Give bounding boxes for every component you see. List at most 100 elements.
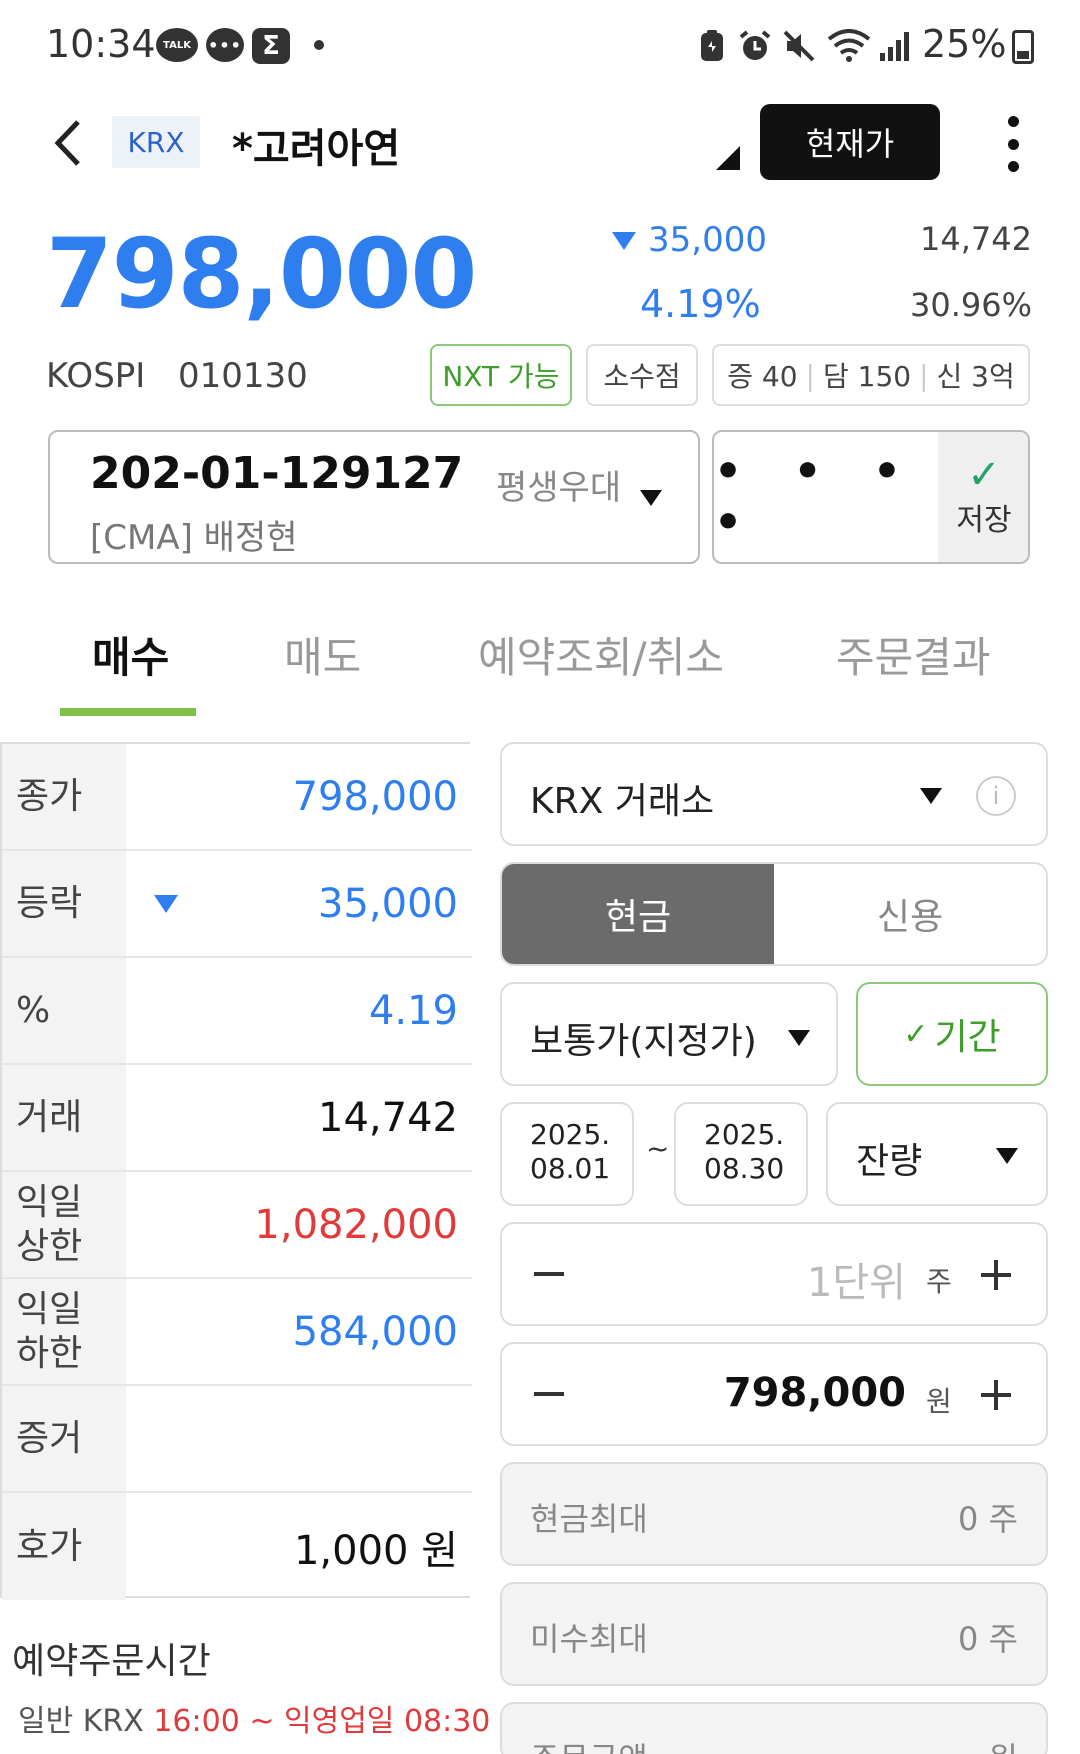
- order-type-label: 보통가(지정가): [530, 1021, 757, 1062]
- order-amount-label: 주문금액: [530, 1734, 648, 1754]
- password-input[interactable]: • • • •: [714, 432, 938, 562]
- remaining-quantity-select[interactable]: 잔량: [826, 1102, 1048, 1206]
- tab-order-result[interactable]: 주문결과: [836, 624, 991, 685]
- info-row-lower-limit[interactable]: 익일 하한 584,000: [2, 1279, 472, 1386]
- sigma-icon: Σ: [252, 28, 290, 64]
- dropdown-triangle-icon: [788, 1030, 810, 1046]
- cash-button[interactable]: 현금: [502, 864, 774, 964]
- cash-credit-toggle: 현금 신용: [500, 862, 1048, 966]
- account-holder: [CMA] 배정현: [90, 518, 298, 558]
- quantity-plus-icon[interactable]: [981, 1273, 1011, 1277]
- info-value: 14,742: [318, 1094, 458, 1141]
- reservation-time-info: 일반 KRX 16:00 ~ 익영업일 08:30: [18, 1696, 490, 1740]
- price-info-table: 종가 798,000 등락 35,000 % 4.19 거래 14,742 익일…: [0, 742, 472, 1600]
- market-label: KOSPI: [46, 356, 146, 396]
- more-menu-icon[interactable]: [998, 116, 1028, 172]
- credit-button[interactable]: 신용: [774, 864, 1046, 964]
- info-value: 35,000: [318, 880, 458, 927]
- start-date-year: 2025.: [530, 1118, 611, 1151]
- start-date-field[interactable]: 2025. 08.01: [500, 1102, 634, 1206]
- remaining-quantity-label: 잔량: [856, 1141, 923, 1182]
- save-password-button[interactable]: ✓ 저장: [938, 432, 1028, 562]
- dropdown-triangle-icon: [996, 1148, 1018, 1164]
- period-toggle-button[interactable]: ✓ 기간: [856, 982, 1048, 1086]
- dropdown-triangle-icon: [920, 788, 942, 804]
- wifi-icon: [826, 26, 872, 66]
- check-icon: ✓: [903, 1016, 929, 1052]
- price-minus-icon[interactable]: [534, 1392, 564, 1396]
- clipboard-icon: [696, 26, 728, 66]
- price-input[interactable]: 798,000: [724, 1370, 906, 1416]
- alarm-icon: [736, 26, 774, 66]
- info-row-percent[interactable]: % 4.19: [2, 958, 472, 1065]
- battery-icon: [1012, 30, 1034, 64]
- tab-buy[interactable]: 매수: [92, 624, 169, 685]
- decimal-trading-tag[interactable]: 소수점: [586, 344, 698, 406]
- unpaid-max-label: 미수최대: [530, 1620, 648, 1658]
- info-label: %: [2, 958, 126, 1063]
- info-label: 증거: [2, 1386, 126, 1491]
- info-label: 익일 하한: [2, 1279, 126, 1384]
- info-row-margin[interactable]: 증거: [2, 1386, 472, 1493]
- end-date-field[interactable]: 2025. 08.30: [674, 1102, 808, 1206]
- dot-icon: [314, 40, 324, 50]
- exchange-select[interactable]: KRX 거래소 i: [500, 742, 1048, 846]
- info-row-volume[interactable]: 거래 14,742: [2, 1065, 472, 1172]
- order-amount-value: 원: [989, 1734, 1018, 1754]
- mute-icon: [780, 26, 818, 66]
- status-time: 10:34: [46, 22, 156, 66]
- info-row-change[interactable]: 등락 35,000: [2, 851, 472, 958]
- cash-max-label: 현금최대: [530, 1500, 648, 1538]
- current-price-button[interactable]: 현재가: [760, 104, 940, 180]
- info-icon[interactable]: i: [976, 776, 1016, 816]
- password-group: • • • • ✓ 저장: [712, 430, 1030, 564]
- quantity-unit: 주: [926, 1265, 952, 1298]
- nxt-available-tag[interactable]: NXT 가능: [430, 344, 572, 406]
- info-label: 등락: [2, 851, 126, 956]
- signal-icon: [876, 26, 914, 66]
- info-row-close[interactable]: 종가 798,000: [2, 744, 472, 851]
- quantity-minus-icon[interactable]: [534, 1272, 564, 1276]
- credit-limit: 신 3억: [936, 360, 1015, 393]
- stock-search-corner-icon[interactable]: [716, 146, 740, 170]
- exchange-select-label: KRX 거래소: [530, 781, 715, 822]
- quantity-input[interactable]: 1단위: [807, 1250, 906, 1308]
- info-value: 584,000: [292, 1308, 458, 1355]
- talk-icon: TALK: [156, 28, 198, 62]
- stock-code: 010130: [178, 356, 308, 396]
- margin-rate-tag[interactable]: 증 40 | 담 150 | 신 3억: [712, 344, 1030, 406]
- dropdown-triangle-icon: [640, 490, 662, 506]
- price-change: 35,000: [648, 220, 767, 260]
- account-grade: 평생우대: [496, 468, 622, 508]
- date-range-separator: ~: [646, 1132, 670, 1165]
- quantity-stepper: 1단위 주: [500, 1222, 1048, 1326]
- price-change-rate: 4.19%: [640, 282, 761, 326]
- order-type-select[interactable]: 보통가(지정가): [500, 982, 838, 1086]
- info-label: 익일 상한: [2, 1172, 126, 1277]
- tab-reservation-inquiry[interactable]: 예약조회/취소: [478, 624, 724, 685]
- info-row-tick[interactable]: 호가 1,000 원: [2, 1493, 472, 1600]
- active-tab-indicator: [60, 708, 196, 716]
- reservation-prefix: 일반 KRX: [18, 1704, 154, 1739]
- account-number: 202-01-129127: [90, 448, 464, 499]
- collateral-rate: 담 150: [822, 360, 912, 393]
- stock-name[interactable]: *고려아연: [232, 116, 400, 174]
- info-value: 4.19: [368, 987, 458, 1034]
- price-plus-icon[interactable]: [981, 1393, 1011, 1397]
- cash-max-row: 현금최대 0 주: [500, 1462, 1048, 1566]
- end-date-day: 08.30: [704, 1152, 785, 1185]
- info-value: 798,000: [292, 773, 458, 820]
- end-date-year: 2025.: [704, 1118, 785, 1151]
- turnover-rate: 30.96%: [909, 286, 1032, 324]
- back-arrow-icon[interactable]: [50, 118, 90, 168]
- period-label: 기간: [934, 1017, 1001, 1058]
- exchange-badge: KRX: [112, 116, 200, 168]
- down-triangle-icon: [154, 895, 178, 913]
- info-row-upper-limit[interactable]: 익일 상한 1,082,000: [2, 1172, 472, 1279]
- account-selector[interactable]: 202-01-129127 [CMA] 배정현 평생우대: [48, 430, 700, 564]
- price-stepper: 798,000 원: [500, 1342, 1048, 1446]
- price-unit: 원: [926, 1385, 952, 1418]
- battery-percent: 25%: [922, 22, 1007, 66]
- tab-sell[interactable]: 매도: [284, 624, 361, 685]
- down-triangle-icon: [612, 232, 636, 250]
